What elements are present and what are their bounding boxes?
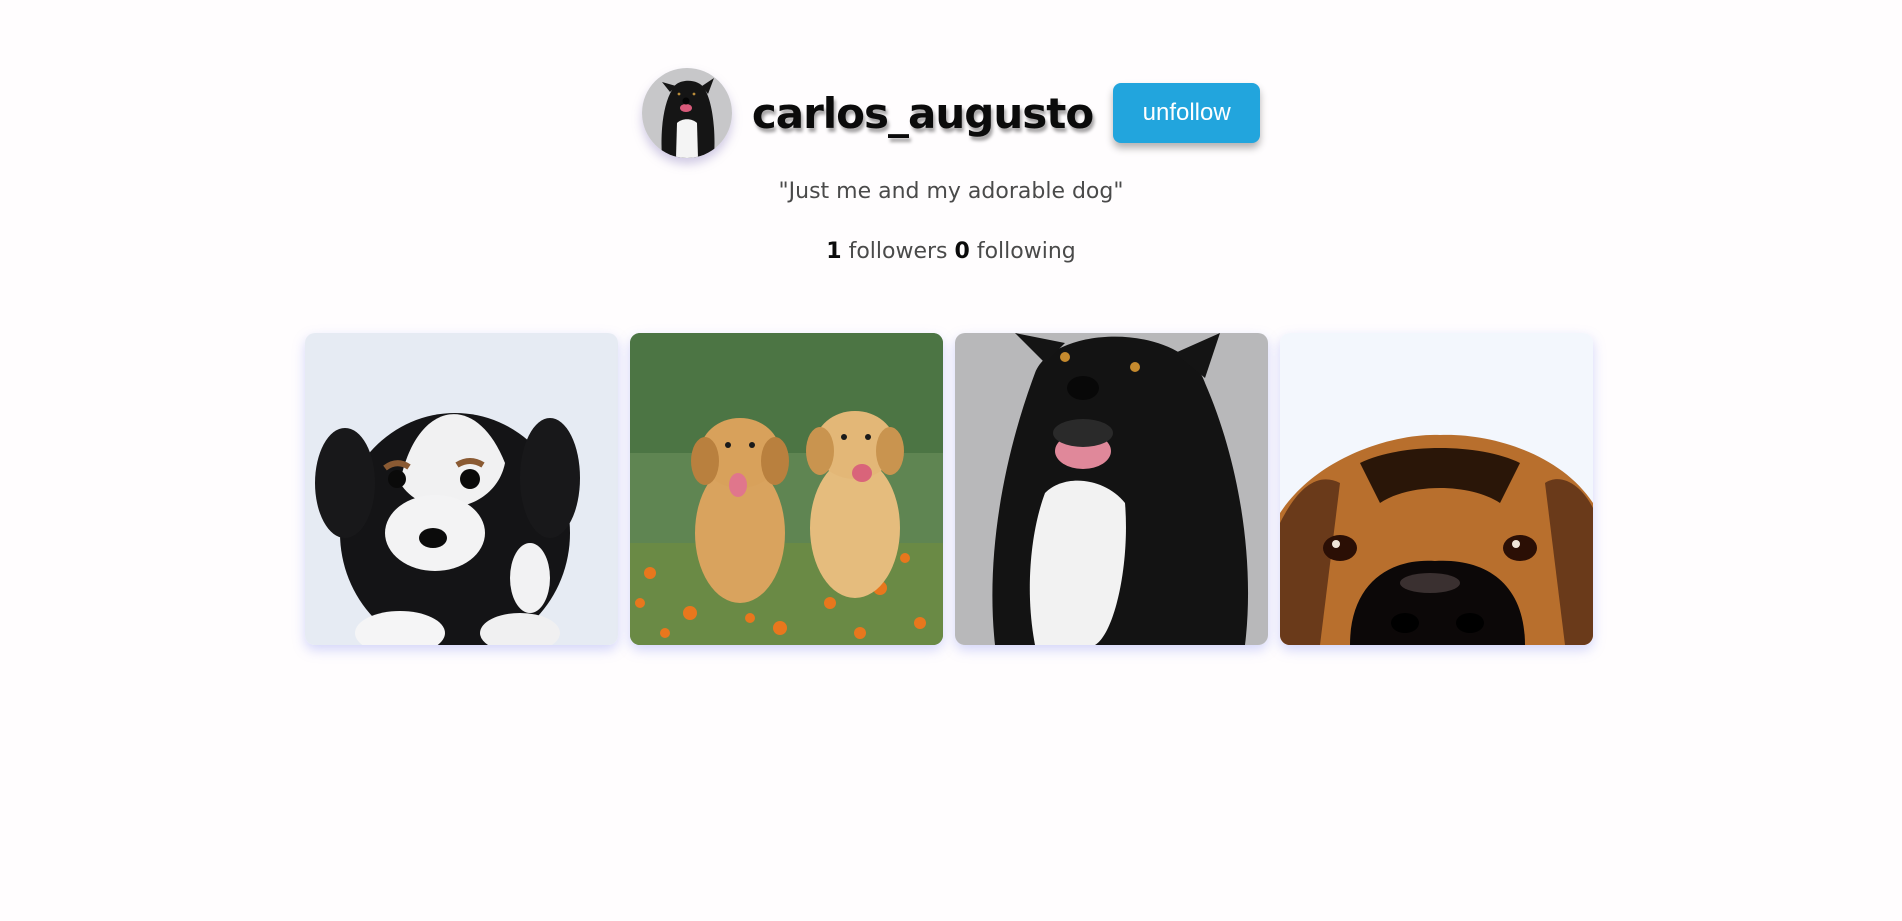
puppy-image xyxy=(305,333,618,645)
following-count: 0 xyxy=(954,239,970,264)
avatar[interactable] xyxy=(641,68,732,158)
profile-header: carlos_augusto unfollow xyxy=(0,68,1902,158)
unfollow-button[interactable]: unfollow xyxy=(1113,83,1261,143)
post-tile-3[interactable] xyxy=(955,333,1268,645)
posts-grid xyxy=(305,333,1593,645)
post-tile-1[interactable] xyxy=(305,333,618,645)
post-tile-2[interactable] xyxy=(630,333,943,645)
username: carlos_augusto xyxy=(751,88,1094,138)
golden-puppies-image xyxy=(630,333,943,645)
followers-count: 1 xyxy=(826,239,842,264)
black-dog-image xyxy=(955,333,1268,645)
profile-page: carlos_augusto unfollow "Just me and my … xyxy=(0,0,1902,921)
post-tile-4[interactable] xyxy=(1280,333,1593,645)
followers-label[interactable]: followers xyxy=(849,239,948,264)
brown-dog-closeup-image xyxy=(1280,333,1593,645)
profile-bio: "Just me and my adorable dog" xyxy=(778,179,1124,204)
following-label[interactable]: following xyxy=(977,239,1076,264)
follow-stats: 1 followers 0 following xyxy=(0,239,1902,264)
avatar-dog-image xyxy=(641,68,732,158)
